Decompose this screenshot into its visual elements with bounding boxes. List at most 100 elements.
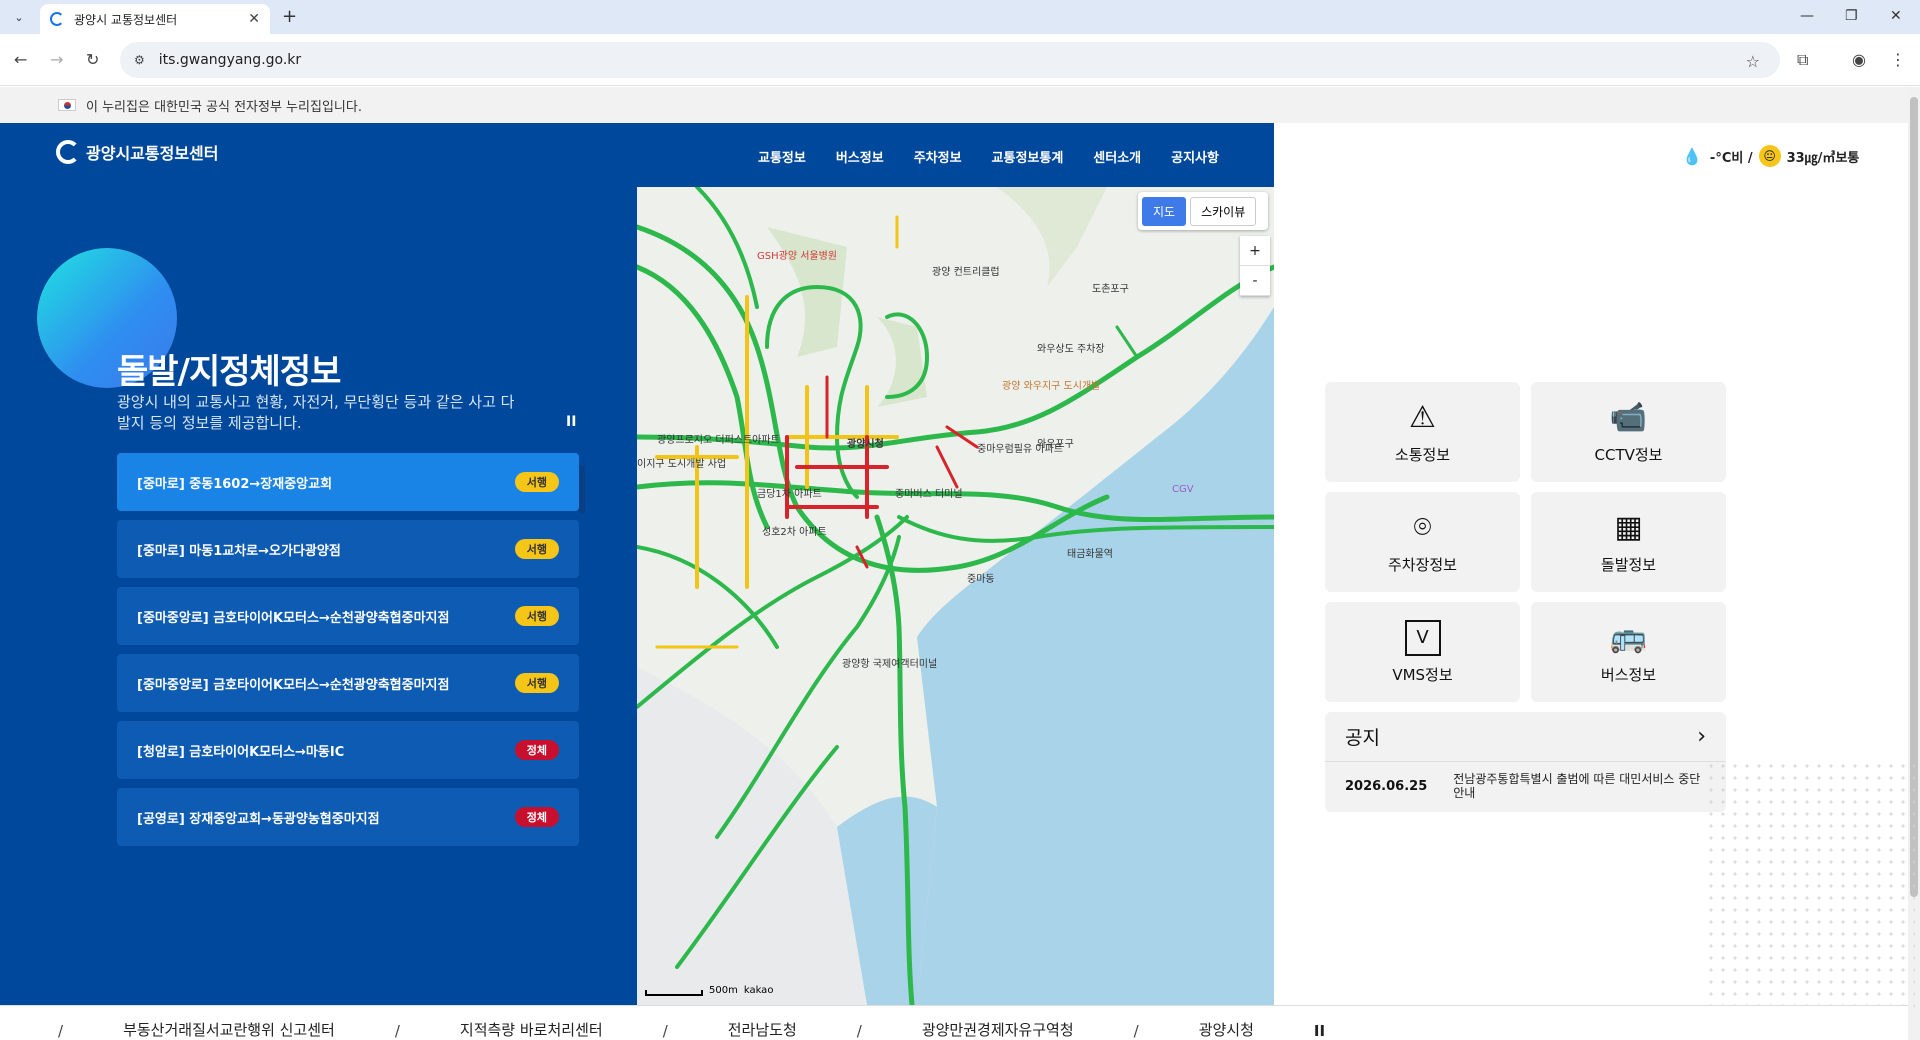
bookmark-star-icon[interactable]: ☆ <box>1746 52 1760 71</box>
new-tab-icon[interactable]: + <box>282 6 297 27</box>
profile-icon[interactable]: ◉ <box>1852 50 1866 69</box>
page-description: 광양시 내의 교통사고 현황, 자전거, 무단횡단 등과 같은 사고 다발지 등… <box>117 393 515 432</box>
korea-flag-icon <box>58 99 76 111</box>
nav-traffic[interactable]: 교통정보 <box>758 147 806 166</box>
status-badge: 서행 <box>514 673 559 693</box>
incident-item[interactable]: [청암로] 금호타이어K모터스→마동IC 정체 <box>117 721 579 779</box>
tab-search-icon[interactable]: ⌄ <box>8 6 30 28</box>
nav-center[interactable]: 센터소개 <box>1093 147 1141 166</box>
incident-item[interactable]: [중마로] 마동1교차로→오가다광양점 서행 <box>117 520 579 578</box>
tile-label: VMS정보 <box>1392 665 1453 684</box>
incident-text: [중마중앙로] 금호타이어K모터스→순천광양축협중마지점 <box>137 677 450 693</box>
minimize-icon[interactable]: — <box>1800 8 1814 24</box>
tile-traffic-info[interactable]: ⚠ 소통정보 <box>1325 382 1520 482</box>
incident-item[interactable]: [중마로] 중동1602→장재중앙교회 서행 <box>117 453 579 511</box>
scale-label: 500m <box>709 985 738 996</box>
map-label: 와우상도 주차장 <box>1037 343 1105 355</box>
incident-item[interactable]: [중마중앙로] 금호타이어K모터스→순천광양축협중마지점 서행 <box>117 654 579 712</box>
logo-mark-icon <box>56 140 80 164</box>
map-label: 중마버스 터미널 <box>895 488 963 500</box>
footer-link[interactable]: 광양시청 <box>1199 1019 1254 1040</box>
tile-incident-info[interactable]: ▦ 돌발정보 <box>1531 492 1726 592</box>
address-bar: ← → ↻ ⚙ its.gwangyang.go.kr ☆ ⧉ ◉ ⋮ <box>0 34 1920 86</box>
close-window-icon[interactable]: ✕ <box>1890 8 1902 24</box>
separator: / <box>856 1022 862 1040</box>
map-label: 와우포구 <box>1037 438 1074 450</box>
nav-statistics[interactable]: 교통정보통계 <box>992 147 1064 166</box>
dust-grade: 보통 <box>1835 150 1860 166</box>
incident-text: [중마로] 중동1602→장재중앙교회 <box>137 476 333 492</box>
url-text[interactable]: its.gwangyang.go.kr <box>159 52 301 68</box>
browser-tab[interactable]: 광양시 교통정보센터 ✕ <box>40 4 270 34</box>
separator: / <box>662 1022 668 1040</box>
extensions-icon[interactable]: ⧉ <box>1797 50 1808 70</box>
slider-pause-button[interactable]: II <box>566 414 576 430</box>
zoom-control: + - <box>1240 236 1270 296</box>
tile-vms-info[interactable]: V VMS정보 <box>1325 602 1520 702</box>
status-badge: 서행 <box>514 472 559 492</box>
incident-list: [중마로] 중동1602→장재중앙교회 서행 [중마로] 마동1교차로→오가다광… <box>117 453 579 855</box>
reload-icon[interactable]: ↻ <box>86 50 99 69</box>
back-icon[interactable]: ← <box>14 50 27 69</box>
tile-label: 소통정보 <box>1394 445 1451 464</box>
map-label: 광양 컨트리클럽 <box>932 266 1000 278</box>
notice-title: 공지 <box>1345 727 1380 749</box>
tile-parking-info[interactable]: ⌾ 주차장정보 <box>1325 492 1520 592</box>
map-label: 광양프로지오 더퍼스트아파트 <box>657 434 780 446</box>
tab-close-icon[interactable]: ✕ <box>248 11 260 27</box>
footer-link-bar: / 부동산거래질서교란행위 신고센터 / 지적측량 바로처리센터 / 전라남도청… <box>0 1005 1908 1040</box>
notice-item[interactable]: 2026.06.25 전남광주통합특별시 출범에 따른 대민서비스 중단 안내 <box>1325 762 1726 810</box>
footer-link[interactable]: 전라남도청 <box>728 1019 797 1040</box>
active-indicator <box>579 465 585 513</box>
tile-cctv-info[interactable]: 📹 CCTV정보 <box>1531 382 1726 482</box>
footer-link[interactable]: 부동산거래질서교란행위 신고센터 <box>123 1019 335 1040</box>
map-type-toggle: 지도 스카이뷰 <box>1138 192 1268 230</box>
scale-bar <box>645 990 703 996</box>
map-label: GSH광양 서울병원 <box>757 250 837 262</box>
tile-bus-info[interactable]: 🚌 버스정보 <box>1531 602 1726 702</box>
status-badge: 정체 <box>514 740 559 760</box>
map-label: CGV <box>1172 484 1194 495</box>
nav-parking[interactable]: 주차정보 <box>914 147 962 166</box>
footer-link[interactable]: 지적측량 바로처리센터 <box>460 1019 603 1040</box>
incident-item[interactable]: [공영로] 장재중앙교회→동광양농협중마지점 정체 <box>117 788 579 846</box>
tile-label: CCTV정보 <box>1594 445 1663 464</box>
forward-icon[interactable]: → <box>50 50 63 69</box>
skyview-button[interactable]: 스카이뷰 <box>1190 196 1257 226</box>
barrier-icon: ▦ <box>1614 509 1643 545</box>
site-info-icon[interactable]: ⚙ <box>134 53 145 67</box>
nav-notice[interactable]: 공지사항 <box>1171 147 1219 166</box>
incident-text: [중마중앙로] 금호타이어K모터스→순천광양축협중마지점 <box>137 610 450 626</box>
restore-icon[interactable]: ❐ <box>1845 8 1858 24</box>
omnibox[interactable]: ⚙ its.gwangyang.go.kr <box>120 42 1780 78</box>
incident-item[interactable]: [중마중앙로] 금호타이어K모터스→순천광양축협중마지점 서행 <box>117 587 579 645</box>
site-favicon-icon <box>50 12 64 26</box>
tab-title: 광양시 교통정보센터 <box>74 12 178 27</box>
site-logo[interactable]: 광양시교통정보센터 <box>56 140 218 164</box>
chevron-right-icon[interactable]: › <box>1697 724 1706 749</box>
bus-icon: 🚌 <box>1609 619 1648 655</box>
tile-label: 주차장정보 <box>1387 555 1457 574</box>
footer-pause-button[interactable]: II <box>1314 1022 1325 1040</box>
browser-tab-bar: ⌄ 광양시 교통정보센터 ✕ + — ❐ ✕ <box>0 0 1920 34</box>
nav-bus[interactable]: 버스정보 <box>836 147 884 166</box>
footer-link[interactable]: 광양만권경제자유구역청 <box>922 1019 1074 1040</box>
notice-header[interactable]: 공지 › <box>1325 712 1726 762</box>
map-canvas[interactable]: GSH광양 서울병원 광양 컨트리클럽 도촌포구 와우상도 주차장 광양 와우지… <box>637 187 1274 1005</box>
map-label: 성호2차 아파트 <box>762 526 827 538</box>
zoom-out-button[interactable]: - <box>1240 266 1270 296</box>
menu-icon[interactable]: ⋮ <box>1890 50 1906 69</box>
zoom-in-button[interactable]: + <box>1240 236 1270 266</box>
traffic-map[interactable]: GSH광양 서울병원 광양 컨트리클럽 도촌포구 와우상도 주차장 광양 와우지… <box>637 187 1274 1005</box>
map-view-button[interactable]: 지도 <box>1142 196 1187 226</box>
notice-box: 공지 › 2026.06.25 전남광주통합특별시 출범에 따른 대민서비스 중… <box>1325 712 1726 812</box>
tile-label: 돌발정보 <box>1600 555 1657 574</box>
separator: / <box>1133 1022 1139 1040</box>
weather-temp: -°C비 / <box>1709 150 1753 166</box>
gov-banner: 이 누리집은 대한민국 공식 전자정부 누리집입니다. <box>0 87 1908 123</box>
notice-date: 2026.06.25 <box>1345 778 1428 794</box>
map-label: 광양시청 <box>847 437 884 450</box>
status-badge: 정체 <box>514 807 559 827</box>
status-badge: 서행 <box>514 606 559 626</box>
page-title: 돌발/지정체정보 <box>117 352 341 392</box>
